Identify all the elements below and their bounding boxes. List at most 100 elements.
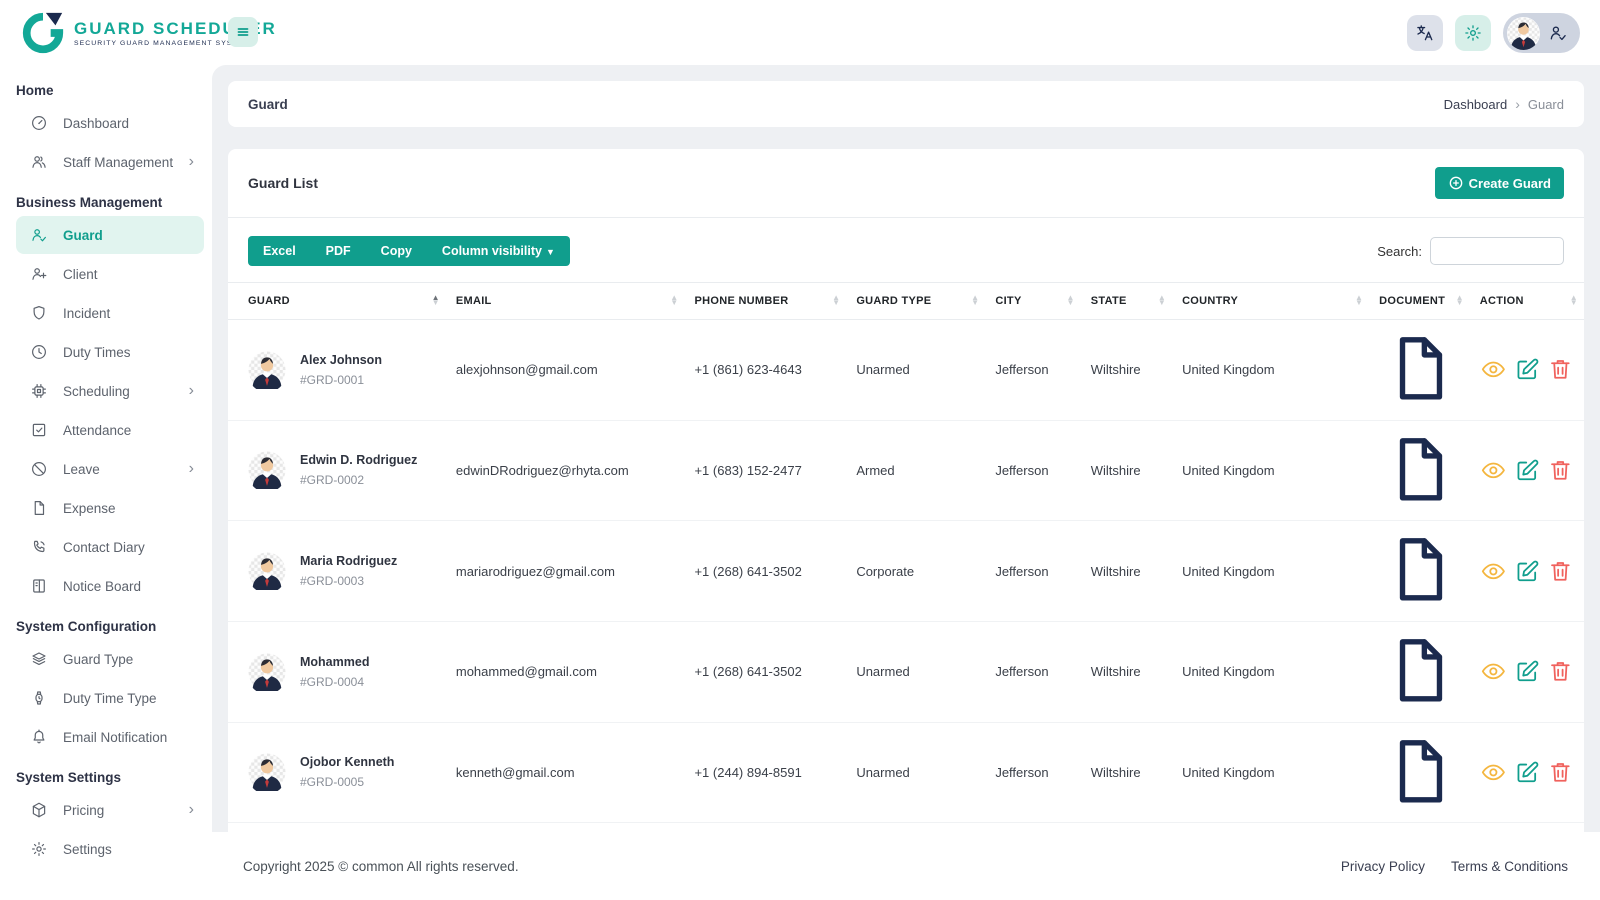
column-header-country[interactable]: COUNTRY ▲ ▼ <box>1172 282 1370 320</box>
view-button[interactable] <box>1480 457 1507 484</box>
column-header-phone-number[interactable]: PHONE NUMBER ▲ ▼ <box>684 282 847 320</box>
guard-state: Wiltshire <box>1080 420 1173 522</box>
sidebar-section-system-configuration: System Configuration <box>16 619 157 634</box>
sidebar-section-home: Home <box>16 83 54 98</box>
column-visibility-button[interactable]: Column visibility ▼ <box>427 236 570 266</box>
breadcrumb-dashboard-link[interactable]: Dashboard <box>1444 97 1508 112</box>
guard-country: United Kingdom <box>1172 420 1370 522</box>
guard-name: Maria Rodriguez <box>300 554 398 569</box>
create-guard-label: Create Guard <box>1468 175 1551 191</box>
sidebar-item-leave[interactable]: Leave › <box>16 450 204 488</box>
view-button[interactable] <box>1480 356 1507 383</box>
sidebar-item-notice-board[interactable]: Notice Board <box>16 567 204 605</box>
guard-avatar <box>248 753 286 792</box>
document-button[interactable] <box>1379 529 1460 610</box>
edit-button[interactable] <box>1514 658 1541 685</box>
edit-button[interactable] <box>1514 457 1541 484</box>
sidebar-item-staff-management[interactable]: Staff Management › <box>16 143 204 181</box>
column-visibility-label: Column visibility <box>441 244 542 258</box>
view-button[interactable] <box>1480 658 1507 685</box>
sidebar-item-guard[interactable]: Guard <box>16 216 204 254</box>
edit-button[interactable] <box>1514 356 1541 383</box>
delete-button[interactable] <box>1547 457 1574 484</box>
guard-row-grd-0002: Edwin D. Rodriguez #GRD-0002 edwinDRodrigu… <box>228 420 1584 522</box>
sidebar-toggle-button[interactable] <box>228 17 258 47</box>
guard-id: #GRD-0001 <box>300 372 365 387</box>
view-button[interactable] <box>1480 558 1507 585</box>
language-button[interactable] <box>1407 15 1443 51</box>
breadcrumb-card: Guard Dashboard › Guard <box>228 81 1584 127</box>
guard-country: United Kingdom <box>1172 520 1370 622</box>
sidebar-item-pricing[interactable]: Pricing › <box>16 791 204 829</box>
trash-icon <box>1547 356 1574 383</box>
document-button[interactable] <box>1379 429 1460 510</box>
guard-row-grd-0005: Ojobor Kenneth #GRD-0005 kenneth@gmail.com… <box>228 722 1584 824</box>
sidebar-item-guard-type[interactable]: Guard Type <box>16 640 204 678</box>
chevron-right-icon: › <box>188 460 194 477</box>
breadcrumb: Dashboard › Guard <box>1444 96 1564 112</box>
column-header-guard-type[interactable]: GUARD TYPE ▲ ▼ <box>846 282 986 320</box>
column-header-city[interactable]: CITY ▲ ▼ <box>985 282 1081 320</box>
file-icon <box>1379 328 1460 409</box>
excel-export-button[interactable]: Excel <box>248 236 311 266</box>
terms-conditions-link[interactable]: Terms & Conditions <box>1451 859 1568 874</box>
sidebar-item-duty-time-type[interactable]: Duty Time Type <box>16 679 204 717</box>
sidebar: Home Dashboard Staff Management › Business M… <box>0 65 212 900</box>
column-header-state[interactable]: STATE ▲ ▼ <box>1080 282 1173 320</box>
document-button[interactable] <box>1379 630 1460 711</box>
pdf-export-button[interactable]: PDF <box>311 236 366 266</box>
profile-menu-button[interactable] <box>1503 13 1580 53</box>
sort-arrows-icon: ▲ ▼ <box>832 293 841 307</box>
guard-email: kenneth@gmail.com <box>445 722 685 824</box>
sidebar-item-settings[interactable]: Settings <box>16 830 204 868</box>
clock-icon <box>30 343 48 361</box>
sidebar-item-incident[interactable]: Incident <box>16 294 204 332</box>
column-header-email[interactable]: EMAIL ▲ ▼ <box>445 282 685 320</box>
column-label: STATE <box>1090 295 1127 307</box>
privacy-policy-link[interactable]: Privacy Policy <box>1341 859 1425 874</box>
delete-button[interactable] <box>1547 558 1574 585</box>
guard-avatar <box>248 653 286 691</box>
delete-button[interactable] <box>1547 356 1574 383</box>
column-header-guard[interactable]: GUARD ▲ ▼ <box>228 282 446 320</box>
file-icon <box>30 499 48 517</box>
sidebar-item-contact-diary[interactable]: Contact Diary <box>16 528 204 566</box>
create-guard-button[interactable]: Create Guard <box>1434 167 1564 199</box>
guard-row-grd-0001: Alex Johnson #GRD-0001 alexjohnson@gmail.c… <box>228 319 1584 421</box>
sidebar-item-label: Pricing <box>63 802 105 818</box>
file-icon <box>1379 630 1460 711</box>
guard-name: Mohammed <box>300 654 370 669</box>
sidebar-item-attendance[interactable]: Attendance <box>16 411 204 449</box>
document-button[interactable] <box>1379 328 1460 409</box>
sidebar-item-dashboard[interactable]: Dashboard <box>16 104 204 142</box>
delete-button[interactable] <box>1547 658 1574 685</box>
cpu-icon <box>30 382 48 400</box>
layers-icon <box>30 650 48 668</box>
sidebar-item-label: Email Notification <box>63 729 168 745</box>
delete-button[interactable] <box>1547 759 1574 786</box>
column-header-document[interactable]: DOCUMENT ▲ ▼ <box>1369 282 1470 320</box>
watch-icon <box>30 689 48 707</box>
search-input[interactable] <box>1430 237 1564 265</box>
guard-avatar <box>248 351 286 389</box>
sidebar-item-expense[interactable]: Expense <box>16 489 204 527</box>
edit-button[interactable] <box>1514 558 1541 585</box>
sidebar-item-duty-times[interactable]: Duty Times <box>16 333 204 371</box>
page-footer: Copyright 2025 © common All rights reser… <box>212 832 1600 900</box>
sort-arrows-icon: ▲ ▼ <box>1455 293 1464 307</box>
sidebar-item-email-notification[interactable]: Email Notification <box>16 718 204 756</box>
guard-type: Armed <box>846 420 986 522</box>
guard-name: Edwin D. Rodriguez <box>300 453 418 468</box>
copy-export-button[interactable]: Copy <box>366 236 427 266</box>
gear-icon <box>30 840 48 858</box>
view-button[interactable] <box>1480 759 1507 786</box>
eye-icon <box>1480 759 1507 786</box>
edit-icon <box>1514 558 1541 585</box>
edit-button[interactable] <box>1514 759 1541 786</box>
column-header-action[interactable]: ACTION ▲ ▼ <box>1469 282 1584 320</box>
settings-button[interactable] <box>1455 15 1491 51</box>
document-button[interactable] <box>1379 731 1460 812</box>
file-icon <box>1379 529 1460 610</box>
sidebar-item-client[interactable]: Client <box>16 255 204 293</box>
sidebar-item-scheduling[interactable]: Scheduling › <box>16 372 204 410</box>
